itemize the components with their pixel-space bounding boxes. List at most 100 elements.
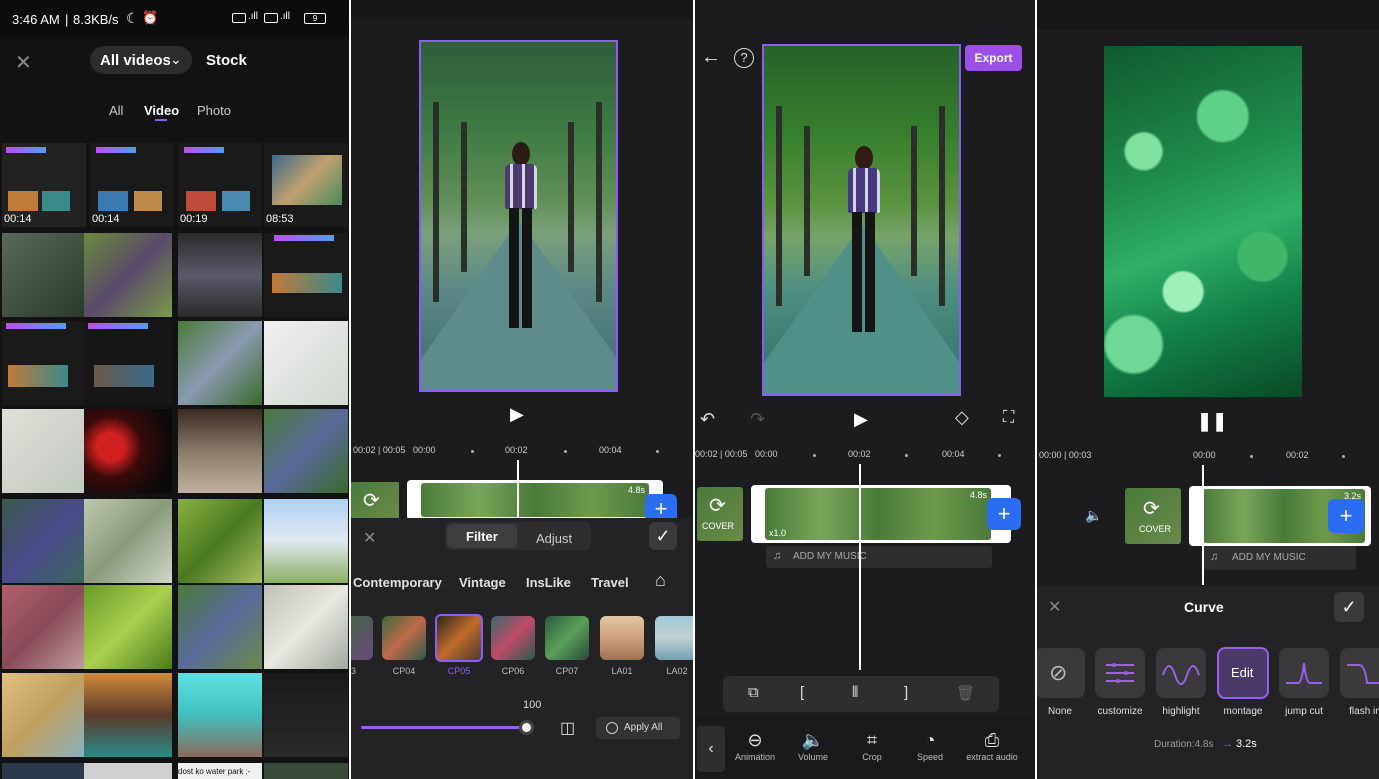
- back-arrow-icon[interactable]: ←: [701, 46, 721, 69]
- media-thumbnail[interactable]: [2, 321, 86, 405]
- media-thumbnail[interactable]: [2, 499, 86, 583]
- curve-option-highlight[interactable]: [1156, 648, 1206, 698]
- export-button[interactable]: Export: [965, 45, 1022, 71]
- apply-all-button[interactable]: Apply All: [596, 717, 680, 739]
- add-music-bar[interactable]: ♫ ADD MY MUSIC: [766, 546, 992, 568]
- cover-thumb[interactable]: ⟳: [351, 482, 399, 518]
- media-thumbnail[interactable]: [84, 233, 172, 317]
- confirm-button[interactable]: ✓: [1334, 592, 1364, 622]
- duplicate-icon[interactable]: ⧉: [748, 684, 759, 701]
- help-icon[interactable]: ?: [734, 48, 754, 68]
- split-icon[interactable]: ⫴: [852, 684, 858, 701]
- stock-tab[interactable]: Stock: [206, 52, 247, 69]
- media-thumbnail[interactable]: [84, 673, 172, 757]
- playhead[interactable]: [859, 464, 861, 670]
- cover-thumb[interactable]: ⟳ COVER: [1125, 488, 1181, 544]
- media-thumbnail[interactable]: 00:19: [178, 143, 262, 227]
- media-thumbnail[interactable]: [264, 585, 348, 669]
- cover-thumb[interactable]: ⟳ COVER: [697, 487, 743, 541]
- add-clip-button[interactable]: +: [987, 498, 1021, 530]
- media-thumbnail[interactable]: [178, 499, 262, 583]
- filter-tab[interactable]: Filter: [447, 524, 517, 548]
- media-thumbnail[interactable]: [2, 409, 86, 493]
- fullscreen-icon[interactable]: ⛶: [1003, 409, 1014, 427]
- tool-volume[interactable]: 🔈 Volume: [791, 728, 835, 762]
- confirm-button[interactable]: ✓: [649, 522, 677, 550]
- volume-icon[interactable]: 🔈: [1085, 507, 1102, 524]
- curve-option-flash-in[interactable]: [1340, 648, 1379, 698]
- category-travel[interactable]: Travel: [591, 575, 629, 590]
- filter-preset[interactable]: [351, 616, 373, 660]
- store-icon[interactable]: ⌂: [655, 570, 666, 591]
- tool-speed[interactable]: ◔ Speed: [908, 728, 952, 762]
- media-thumbnail[interactable]: [264, 673, 348, 757]
- media-thumbnail[interactable]: 00:14: [90, 143, 174, 227]
- compare-icon[interactable]: ◫: [560, 718, 575, 738]
- media-thumbnail[interactable]: [264, 763, 348, 779]
- media-thumbnail[interactable]: [84, 763, 172, 779]
- tab-video[interactable]: Video: [144, 103, 179, 118]
- filter-preset[interactable]: [382, 616, 426, 660]
- close-icon[interactable]: ✕: [363, 528, 376, 548]
- curve-option-customize[interactable]: [1095, 648, 1145, 698]
- close-icon[interactable]: ✕: [1048, 597, 1061, 617]
- curve-option-none[interactable]: ⊘: [1037, 648, 1085, 698]
- video-preview[interactable]: [1104, 46, 1302, 397]
- source-dropdown[interactable]: All videos ⌄: [90, 46, 192, 74]
- media-thumbnail[interactable]: 08:53: [264, 143, 348, 227]
- video-preview[interactable]: [762, 44, 961, 396]
- tool-crop[interactable]: ⌗ Crop: [850, 728, 894, 762]
- video-clip[interactable]: 4.8s x1.0: [765, 488, 991, 540]
- media-thumbnail[interactable]: [2, 673, 86, 757]
- media-thumbnail[interactable]: [2, 585, 86, 669]
- tool-animation[interactable]: ⊖ Animation: [731, 728, 779, 762]
- media-thumbnail[interactable]: [2, 233, 86, 317]
- media-thumbnail[interactable]: [84, 585, 172, 669]
- timeline-track[interactable]: 4.8s x1.0: [751, 485, 1011, 543]
- media-thumbnail[interactable]: [2, 763, 86, 779]
- collapse-chevron-icon[interactable]: ‹: [697, 726, 725, 772]
- tool-extract-audio[interactable]: ⎙ extract audio: [962, 728, 1022, 762]
- edit-label[interactable]: Edit: [1231, 665, 1253, 680]
- playhead[interactable]: [517, 460, 519, 518]
- media-thumbnail[interactable]: 00:14: [2, 143, 86, 227]
- undo-icon[interactable]: ↶: [700, 409, 715, 430]
- filter-preset[interactable]: [545, 616, 589, 660]
- video-preview[interactable]: [419, 40, 618, 392]
- media-thumbnail[interactable]: [264, 321, 348, 405]
- add-music-bar[interactable]: ♫ ADD MY MUSIC: [1203, 546, 1356, 570]
- media-thumbnail[interactable]: [178, 321, 262, 405]
- media-thumbnail[interactable]: [264, 499, 348, 583]
- media-thumbnail[interactable]: [178, 585, 262, 669]
- video-clip[interactable]: 4.8s: [421, 483, 649, 517]
- tab-all[interactable]: All: [109, 103, 123, 118]
- category-inslike[interactable]: InsLike: [526, 575, 571, 590]
- play-icon[interactable]: ▶: [510, 404, 524, 425]
- media-thumbnail[interactable]: [178, 673, 262, 757]
- trim-end-icon[interactable]: ]: [904, 684, 908, 701]
- intensity-knob[interactable]: [519, 720, 534, 735]
- media-thumbnail[interactable]: [264, 233, 348, 317]
- category-contemporary[interactable]: Contemporary: [353, 575, 442, 590]
- media-thumbnail[interactable]: [264, 409, 348, 493]
- keyframe-icon[interactable]: ◇: [955, 407, 969, 428]
- curve-option-montage-selected[interactable]: Edit: [1217, 647, 1269, 699]
- category-vintage[interactable]: Vintage: [459, 575, 506, 590]
- media-thumbnail[interactable]: [84, 499, 172, 583]
- filter-preset[interactable]: [600, 616, 644, 660]
- playhead[interactable]: [1202, 465, 1204, 585]
- add-clip-button[interactable]: +: [1328, 499, 1364, 533]
- adjust-tab[interactable]: Adjust: [536, 531, 572, 546]
- filter-preset[interactable]: [655, 616, 693, 660]
- media-thumbnail[interactable]: dost ko water park :-: [178, 763, 262, 779]
- pause-icon[interactable]: ❚❚: [1197, 411, 1227, 432]
- media-thumbnail[interactable]: [84, 409, 172, 493]
- filter-preset[interactable]: [491, 616, 535, 660]
- media-thumbnail[interactable]: [178, 233, 262, 317]
- timeline-track[interactable]: 4.8s: [407, 480, 663, 520]
- play-icon[interactable]: ▶: [854, 409, 868, 430]
- intensity-slider[interactable]: [361, 720, 534, 735]
- media-thumbnail[interactable]: [84, 321, 172, 405]
- curve-option-jump-cut[interactable]: [1279, 648, 1329, 698]
- close-icon[interactable]: ✕: [15, 50, 32, 75]
